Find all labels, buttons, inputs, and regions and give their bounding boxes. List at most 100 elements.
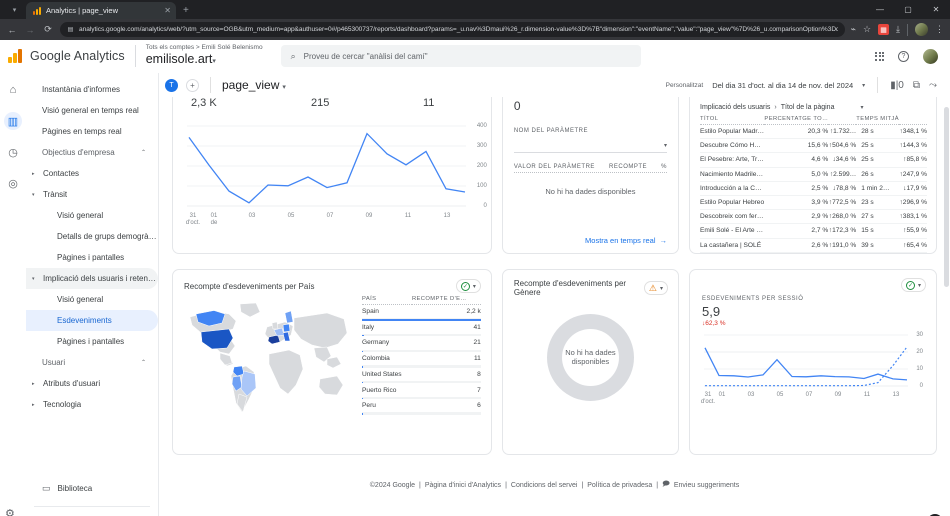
property-name[interactable]: emilisole.art▾ [146,52,263,69]
close-icon[interactable]: ✕ [164,6,171,15]
footer-link-privacy[interactable]: Política de privadesa [587,482,652,489]
reload-icon[interactable]: ⟳ [42,24,54,35]
comparison-icon[interactable]: ▮|0 [890,80,904,91]
table-row[interactable]: El Pesebre: Arte, Tra… 4,6 % ↓34,6 % 25 … [700,152,927,168]
site-settings-icon[interactable]: ▤ [67,26,74,33]
maximize-icon[interactable]: ▢ [894,0,922,19]
data-quality-pill[interactable]: ✓ ▾ [900,278,926,292]
cell-time: 15 s [856,223,899,239]
sidebar-group-business-objectives[interactable]: Objectius d'empresa ⌃ [26,142,158,163]
home-icon[interactable]: ⌂ [4,81,22,99]
sidebar-item-transit[interactable]: ▾ Trànsit [26,184,158,205]
table-row[interactable]: Descobreix com fer … 2,9 % ↑268,0 % 27 s… [700,209,927,225]
explore-icon[interactable]: ◷ [4,143,22,161]
footer-link-terms[interactable]: Condicions del servei [511,482,578,489]
bar-track [362,413,481,415]
reports-icon[interactable]: ▥ [4,112,22,130]
column-header-pct[interactable]: PERCENTATGE TO… [764,116,829,125]
metric-value: 11 [423,97,435,109]
data-quality-pill[interactable]: ✓ ▾ [455,279,481,293]
scrollbar-thumb[interactable] [944,107,949,287]
table-row[interactable]: Descubre Cómo Hac… 15,6 % ↑504,6 % 25 s … [700,138,927,154]
overview-metrics: 2,3 K 215 11 [173,97,491,111]
help-icon[interactable]: ? [898,50,909,62]
advertising-icon[interactable]: ◎ [4,174,22,192]
search-icon: ⌕ [290,50,296,61]
account-property-selector[interactable]: Tots els comptes > Emili Solé Belenismo … [146,43,263,69]
table-row[interactable]: Italy 41 [362,320,481,335]
insights-icon[interactable]: ⤳ [929,80,937,91]
sidebar-item-tecnologia[interactable]: ▸ Tecnologia [26,394,158,415]
sidebar-item-contactes[interactable]: ▸ Contactes [26,163,158,184]
sidebar-item-transit-overview[interactable]: Visió general [26,205,158,226]
realtime-link[interactable]: Mostra en temps real → [585,236,667,245]
parameter-name-select[interactable]: ▾ [513,138,667,153]
sidebar-item-user-attributes[interactable]: ▸ Atributs d'usuari [26,373,158,394]
sidebar-item-esdeveniments[interactable]: Esdeveniments [26,310,158,331]
cards-row-bottom: Recompte d'esdeveniments per País ✓ ▾ PA… [172,269,937,455]
column-header-country[interactable]: PAÍS [362,296,412,305]
table-row[interactable]: United States 8 [362,367,481,382]
table-row[interactable]: Spain 2,2 k [362,304,481,320]
sidebar-item-label: Visió general en temps real [42,106,139,115]
browser-tab[interactable]: Analytics | page_view ✕ [26,2,176,19]
table-row[interactable]: Introducción a la Co… 2,5 % ↓78,8 % 1 mi… [700,181,927,196]
sidebar-item-engagement-pages[interactable]: Pàgines i pantalles [26,331,158,352]
sidebar-item-engagement-overview[interactable]: Visió general [26,289,158,310]
sidebar-item-reports-snapshot[interactable]: Instantània d'informes [26,79,158,100]
column-header-count[interactable]: RECOMPTE D'E… [411,296,481,305]
vertical-scrollbar[interactable] [943,73,950,516]
pages-dimension-selector[interactable]: Implicació dels usuaris › Títol de la pà… [700,104,927,111]
chrome-menu-icon[interactable]: ⋮ [935,24,944,35]
user-avatar[interactable] [923,48,938,64]
world-map[interactable] [181,296,356,426]
sidebar-item-transit-pages[interactable]: Pàgines i pantalles [26,247,158,268]
footer-link-home[interactable]: Pàgina d'inici d'Analytics [425,482,501,489]
add-comparison-button[interactable]: + [186,78,199,92]
column-header-title[interactable]: TÍTOL [700,116,765,125]
new-tab-button[interactable]: + [183,5,189,16]
cell-time-delta: ↑383,1 % [899,209,927,225]
eps-line-chart: 30 20 10 0 31 d'oct. 01 03 05 07 09 11 1… [701,329,927,409]
apps-grid-icon[interactable] [875,51,884,61]
sidebar-group-usuari[interactable]: Usuari ⌃ [26,352,158,373]
chevron-down-icon[interactable]: ▾ [862,82,865,89]
forward-icon[interactable]: → [24,25,36,35]
table-row[interactable]: La castañera | SOLÉ 2,6 % ↑191,0 % 39 s … [700,238,927,253]
share-icon[interactable]: ⧉ [913,80,920,91]
search-input[interactable]: ⌕ Proveu de cercar "anàlisi del camí" [280,45,641,67]
extension-badge-icon[interactable]: ▦ [878,24,890,35]
close-window-icon[interactable]: ✕ [922,0,950,19]
table-row[interactable]: Estilo Popular Madril… 20,3 % ↑1.732… 28… [700,124,927,140]
data-quality-pill[interactable]: ⚠ ▾ [643,281,668,295]
collapse-sidebar-button[interactable]: ‹ [26,512,158,516]
date-range-value[interactable]: Del dia 31 d'oct. al dia 14 de nov. del … [712,81,853,90]
column-header-time[interactable]: TEMPS MITJÀ [856,116,899,125]
cell-pct: 15,6 % [764,138,829,154]
address-bar[interactable]: ▤ analytics.google.com/analytics/web/?ut… [60,22,845,37]
audience-chip[interactable]: T [165,78,178,92]
gear-icon[interactable]: ⚙ [5,507,15,516]
footer-feedback-link[interactable]: Envieu suggeriments [674,482,739,489]
table-row[interactable]: Nacimiento Madrileñ… 5,0 % ↑2.599… 26 s … [700,167,927,182]
x-tick-label: 03 [248,213,256,219]
table-row[interactable]: Peru 6 [362,399,481,414]
page-title[interactable]: page_view ▾ [222,78,286,92]
tab-search-icon[interactable]: ▾ [6,2,23,17]
minimize-icon[interactable]: — [866,0,894,19]
downloads-icon[interactable]: ⤓ [896,24,900,35]
sidebar-item-engagement-retention[interactable]: ▾ Implicació dels usuaris i reten… [26,268,158,289]
bookmark-star-icon[interactable]: ☆ [863,24,871,35]
sidebar-item-realtime-overview[interactable]: Visió general en temps real [26,100,158,121]
sidebar-item-realtime-pages[interactable]: Pàgines en temps real [26,121,158,142]
back-icon[interactable]: ← [6,25,18,35]
table-row[interactable]: Puerto Rico 7 [362,383,481,398]
table-row[interactable]: Colombia 11 [362,352,481,367]
table-row[interactable]: Germany 21 [362,336,481,351]
table-row[interactable]: Emili Solé - El Arte d… 2,7 % ↑172,3 % 1… [700,223,927,239]
sidebar-item-biblioteca[interactable]: ▭ Biblioteca [26,475,158,501]
profile-avatar[interactable] [915,23,928,36]
extensions-icon[interactable]: ⌁ [851,24,856,35]
sidebar-item-demographic-details[interactable]: Detalls de grups demogràf… [26,226,158,247]
table-row[interactable]: Estilo Popular Hebreo 3,9 % ↑772,5 % 23 … [700,195,927,211]
